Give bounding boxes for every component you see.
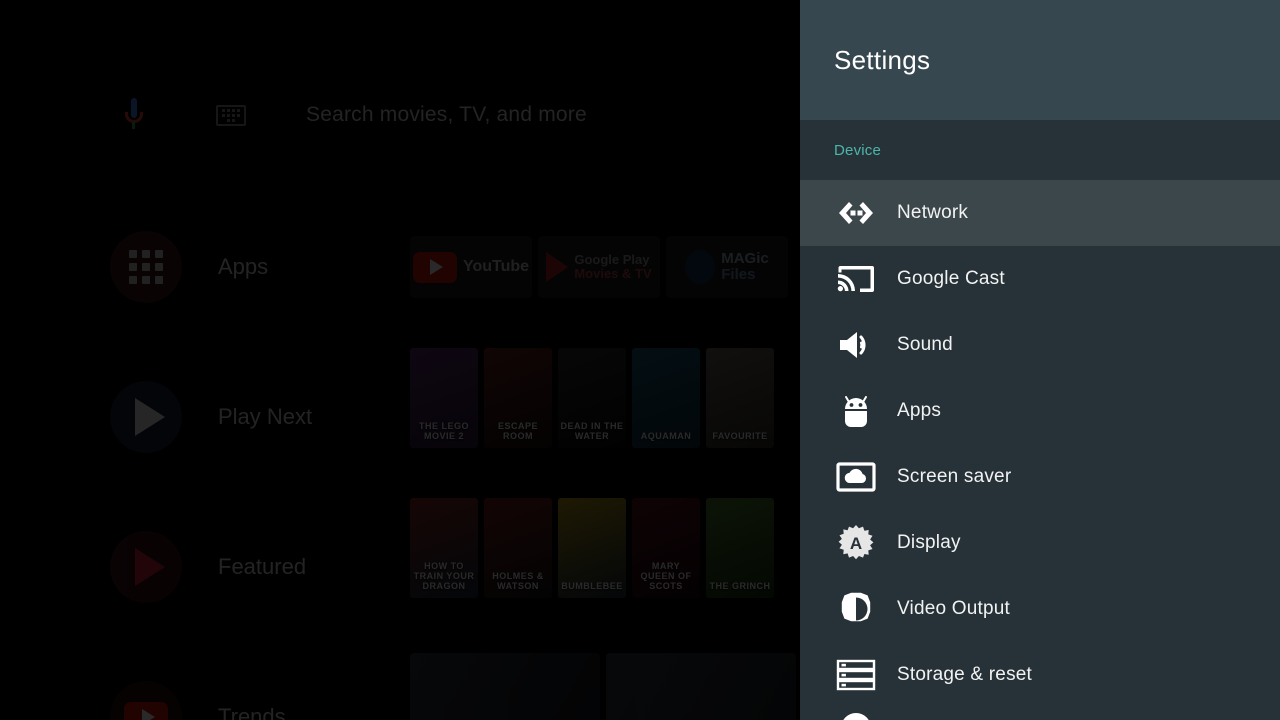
home-background: Search movies, TV, and more Apps YouTube [0, 0, 800, 720]
section-header-device: Device [800, 120, 1280, 180]
volume-icon [834, 323, 878, 367]
settings-item-storage-reset[interactable]: Storage & reset [800, 642, 1280, 708]
poster-item[interactable]: DEAD IN THE WATER [558, 348, 626, 448]
app-tile-label-line2: Movies & TV [574, 266, 652, 281]
poster-title: BUMBLEBEE [561, 581, 623, 592]
poster-title: HOW TO TRAIN YOUR DRAGON [413, 561, 475, 592]
app-tiles: YouTube Google Play Movies & TV MAGic Fi… [410, 236, 788, 298]
poster-item[interactable]: THE GRINCH [706, 498, 774, 598]
settings-item-label: Video Output [897, 598, 1010, 619]
settings-item-network[interactable]: Network [800, 180, 1280, 246]
settings-item-label: Google Cast [897, 268, 1005, 289]
trend-thumb[interactable] [606, 653, 796, 720]
app-tile-label-line2: Files [721, 266, 756, 283]
play-icon[interactable] [110, 381, 182, 453]
keyboard-icon[interactable] [216, 104, 246, 126]
settings-item-display[interactable]: A Display [800, 510, 1280, 576]
settings-item-label: Network [897, 202, 969, 223]
poster-title: THE LEGO MOVIE 2 [418, 421, 469, 442]
poster-item[interactable]: MARY QUEEN OF SCOTS [632, 498, 700, 598]
app-tile-label-line1: Google Play [574, 251, 650, 267]
poster-title: ESCAPE ROOM [497, 421, 538, 442]
film-icon[interactable] [110, 531, 182, 603]
settings-item-video-output[interactable]: Video Output [800, 576, 1280, 642]
cast-icon [834, 257, 878, 301]
row-title-apps: Apps [218, 254, 269, 279]
settings-item-sound[interactable]: Sound [800, 312, 1280, 378]
microphone-icon[interactable] [120, 94, 146, 136]
poster-item[interactable]: AQUAMAN [632, 348, 700, 448]
app-tile-google-play-movies[interactable]: Google Play Movies & TV [538, 236, 660, 298]
poster-title: MARY QUEEN OF SCOTS [640, 561, 692, 592]
poster-title: FAVOURITE [712, 431, 768, 442]
search-placeholder: Search movies, TV, and more [306, 103, 587, 126]
poster-item[interactable]: HOW TO TRAIN YOUR DRAGON [410, 498, 478, 598]
settings-item-google-cast[interactable]: Google Cast [800, 246, 1280, 312]
poster-item[interactable]: BUMBLEBEE [558, 498, 626, 598]
app-tile-label-line1: MAGic [721, 249, 769, 267]
svg-text:A: A [850, 534, 862, 553]
settings-item-label: Display [897, 532, 961, 553]
row-apps: Apps YouTube Google Play Movies & TV MAG… [0, 231, 800, 303]
row-trends: Trends [0, 653, 800, 720]
poster-title: THE GRINCH [709, 581, 771, 592]
settings-item-label: Storage & reset [897, 664, 1033, 685]
storage-bars-icon [834, 653, 878, 697]
row-title-trends: Trends [218, 704, 286, 720]
network-icon [834, 191, 878, 235]
page-title: Settings [834, 44, 931, 75]
settings-item-screen-saver[interactable]: Screen saver [800, 444, 1280, 510]
trend-thumb[interactable] [410, 653, 600, 720]
search-bar[interactable]: Search movies, TV, and more [120, 92, 587, 138]
row-play-next: Play Next THE LEGO MOVIE 2 ESCAPE ROOM D… [0, 348, 800, 453]
settings-item-label: Sound [897, 334, 953, 355]
poster-item[interactable]: THE LEGO MOVIE 2 [410, 348, 478, 448]
poster-item[interactable]: FAVOURITE [706, 348, 774, 448]
poster-title: AQUAMAN [640, 431, 692, 442]
tv-home-screen: Search movies, TV, and more Apps YouTube [0, 0, 1280, 720]
poster-title: HOLMES & WATSON [492, 571, 544, 592]
featured-posters: HOW TO TRAIN YOUR DRAGON HOLMES & WATSON… [410, 498, 774, 598]
settings-panel: Settings Device Network Google Cast Soun… [800, 0, 1280, 720]
play-next-posters: THE LEGO MOVIE 2 ESCAPE ROOM DEAD IN THE… [410, 348, 774, 448]
circle-icon [834, 708, 878, 720]
settings-header: Settings [800, 0, 1280, 120]
app-tile-youtube[interactable]: YouTube [410, 236, 532, 298]
brightness-auto-icon: A [834, 521, 878, 565]
android-robot-icon [834, 389, 878, 433]
poster-item[interactable]: HOLMES & WATSON [484, 498, 552, 598]
settings-item-apps[interactable]: Apps [800, 378, 1280, 444]
contrast-sun-icon [834, 587, 878, 631]
app-grid-icon[interactable] [110, 231, 182, 303]
poster-item[interactable]: ESCAPE ROOM [484, 348, 552, 448]
settings-item-next-partial[interactable] [800, 708, 1280, 720]
trend-tiles [410, 653, 796, 720]
screensaver-icon [834, 455, 878, 499]
row-featured: Featured HOW TO TRAIN YOUR DRAGON HOLMES… [0, 498, 800, 603]
row-title-play-next: Play Next [218, 404, 313, 429]
poster-title: DEAD IN THE WATER [560, 421, 624, 442]
section-header-label: Device [834, 141, 882, 159]
settings-item-label: Apps [897, 400, 942, 421]
row-title-featured: Featured [218, 554, 307, 579]
app-tile-label: YouTube [462, 258, 530, 276]
settings-item-label: Screen saver [897, 466, 1012, 487]
youtube-icon[interactable] [110, 681, 182, 720]
app-tile-magic-files[interactable]: MAGic Files [666, 236, 788, 298]
settings-list: Network Google Cast Sound Apps Screen sa… [800, 180, 1280, 720]
